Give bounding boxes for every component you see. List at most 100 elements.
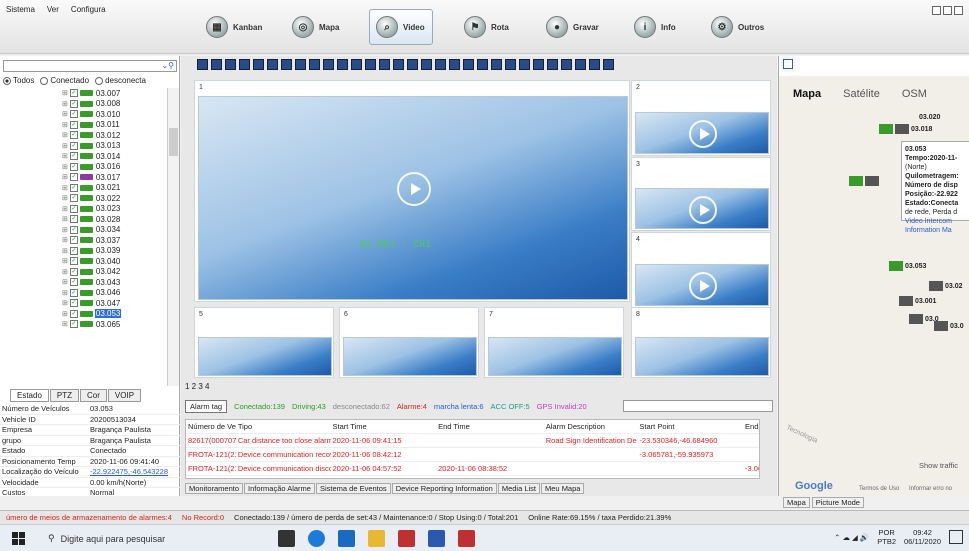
layout-button-icon[interactable]	[393, 59, 404, 70]
layout-button-icon[interactable]	[351, 59, 362, 70]
video-preview[interactable]	[635, 264, 769, 306]
checkbox-icon[interactable]: ✓	[69, 215, 78, 224]
layout-button-icon[interactable]	[365, 59, 376, 70]
tree-item[interactable]: ⊞ ✓ 03.040	[0, 256, 170, 267]
video-window[interactable]: 7	[484, 307, 624, 378]
video-window[interactable]: 2	[631, 80, 771, 156]
expand-icon[interactable]: ⊞	[62, 257, 68, 265]
expand-icon[interactable]: ⊞	[62, 205, 68, 213]
layout-button-icon[interactable]	[547, 59, 558, 70]
play-icon[interactable]	[397, 172, 431, 206]
expand-icon[interactable]: ⊞	[62, 89, 68, 97]
checkbox-icon[interactable]: ✓	[69, 131, 78, 140]
bottom-tab[interactable]: Monitoramento	[185, 483, 244, 494]
info-value[interactable]: -22.922475,-46.543228	[90, 467, 180, 477]
expand-icon[interactable]: ⊞	[62, 268, 68, 276]
nav-kanban-button[interactable]: ▦ Kanban	[200, 9, 268, 45]
checkbox-icon[interactable]: ✓	[69, 309, 78, 318]
tree-scrollbar[interactable]	[167, 88, 179, 386]
expand-icon[interactable]: ⊞	[62, 173, 68, 181]
popup-line[interactable]: Video Intercom	[905, 217, 969, 226]
scroll-thumb[interactable]	[169, 128, 178, 156]
layout-button-icon[interactable]	[211, 59, 222, 70]
checkbox-icon[interactable]: ✓	[69, 225, 78, 234]
tray-icons[interactable]: ⌃ ☁ ◢ 🔊	[834, 533, 869, 542]
play-icon[interactable]	[689, 195, 717, 224]
layout-button-icon[interactable]	[267, 59, 278, 70]
layout-button-icon[interactable]	[575, 59, 586, 70]
map-type-osm[interactable]: OSM	[902, 88, 927, 100]
expand-icon[interactable]: ⊞	[62, 152, 68, 160]
tab-ptz[interactable]: PTZ	[49, 389, 80, 402]
layout-button-icon[interactable]	[603, 59, 614, 70]
map-vehicle[interactable]	[849, 176, 881, 186]
map-toggle-icon[interactable]	[783, 59, 793, 69]
bottom-tab[interactable]: Informação Alarme	[244, 483, 315, 494]
table-row[interactable]: FROTA-121(21 Device communication recover…	[186, 448, 759, 462]
tree-item[interactable]: ⊞ ✓ 03.028	[0, 214, 170, 225]
layout-button-icon[interactable]	[421, 59, 432, 70]
tree-item[interactable]: ⊞ ✓ 03.010	[0, 109, 170, 120]
video-preview[interactable]	[635, 112, 769, 154]
checkbox-icon[interactable]: ✓	[69, 183, 78, 192]
restore-icon[interactable]	[943, 6, 952, 15]
table-row[interactable]: 82617(000707Car distance too close alarm…	[186, 434, 759, 448]
checkbox-icon[interactable]: ✓	[69, 120, 78, 129]
tree-item[interactable]: ⊞ ✓ 03.008	[0, 99, 170, 110]
expand-icon[interactable]: ⊞	[62, 184, 68, 192]
expand-icon[interactable]: ⊞	[62, 100, 68, 108]
expand-icon[interactable]: ⊞	[62, 142, 68, 150]
close-icon[interactable]	[954, 6, 963, 15]
checkbox-icon[interactable]: ✓	[69, 267, 78, 276]
bottom-tab[interactable]: Meu Mapa	[541, 483, 585, 494]
tree-item[interactable]: ⊞ ✓ 03.007	[0, 88, 170, 99]
play-icon[interactable]	[689, 272, 717, 300]
file-explorer-icon[interactable]	[368, 530, 385, 547]
video-preview[interactable]	[198, 337, 332, 376]
video-window[interactable]: 1 02.091 - CH1	[194, 80, 630, 302]
alarm-filter-select[interactable]	[623, 400, 773, 412]
taskbar-search[interactable]: ⚲ Digite aqui para pesquisar	[48, 530, 253, 547]
notification-icon[interactable]	[949, 530, 963, 544]
edge-icon[interactable]	[308, 530, 325, 547]
layout-button-icon[interactable]	[533, 59, 544, 70]
alarm-tag-dropdown[interactable]: Alarm tag	[185, 399, 228, 413]
keyboard-language[interactable]: POR PTB2	[877, 528, 896, 546]
vehicle-search-input[interactable]: ⌄⚲	[3, 60, 177, 72]
tab-picture-mode[interactable]: Picture Mode	[811, 497, 864, 508]
tree-item[interactable]: ⊞ ✓ 03.043	[0, 277, 170, 288]
layout-button-icon[interactable]	[491, 59, 502, 70]
tab-cor[interactable]: Cor	[80, 389, 107, 402]
tree-item[interactable]: ⊞ ✓ 03.034	[0, 225, 170, 236]
layout-button-icon[interactable]	[253, 59, 264, 70]
bottom-tab[interactable]: Device Reporting Information	[391, 483, 497, 494]
expand-icon[interactable]: ⊞	[62, 194, 68, 202]
tab-estado[interactable]: Estado	[10, 389, 49, 402]
tree-item[interactable]: ⊞ ✓ 03.017	[0, 172, 170, 183]
layout-button-icon[interactable]	[505, 59, 516, 70]
play-icon[interactable]	[689, 120, 717, 148]
layout-button-icon[interactable]	[323, 59, 334, 70]
checkbox-icon[interactable]: ✓	[69, 173, 78, 182]
task-view-icon[interactable]	[278, 530, 295, 547]
video-window[interactable]: 3	[631, 157, 771, 231]
layout-button-icon[interactable]	[225, 59, 236, 70]
minimize-icon[interactable]	[932, 6, 941, 15]
checkbox-icon[interactable]: ✓	[69, 299, 78, 308]
bottom-tab[interactable]: Sistema de Eventos	[315, 483, 391, 494]
checkbox-icon[interactable]: ✓	[69, 141, 78, 150]
windows-start-icon[interactable]	[12, 532, 25, 545]
checkbox-icon[interactable]: ✓	[69, 236, 78, 245]
layout-button-icon[interactable]	[239, 59, 250, 70]
layout-button-icon[interactable]	[561, 59, 572, 70]
menu-configura[interactable]: Configura	[71, 5, 106, 14]
map-type-satelite[interactable]: Satélite	[843, 88, 880, 100]
word-icon[interactable]	[428, 530, 445, 547]
layout-button-icon[interactable]	[295, 59, 306, 70]
search-icon[interactable]: ⌄⚲	[161, 61, 174, 70]
checkbox-icon[interactable]: ✓	[69, 162, 78, 171]
tab-mapa[interactable]: Mapa	[783, 497, 810, 508]
map-vehicle[interactable]: 03.018	[879, 124, 932, 134]
nav-video-button[interactable]: ⌕ Video	[369, 9, 433, 45]
video-window[interactable]: 4	[631, 232, 771, 308]
